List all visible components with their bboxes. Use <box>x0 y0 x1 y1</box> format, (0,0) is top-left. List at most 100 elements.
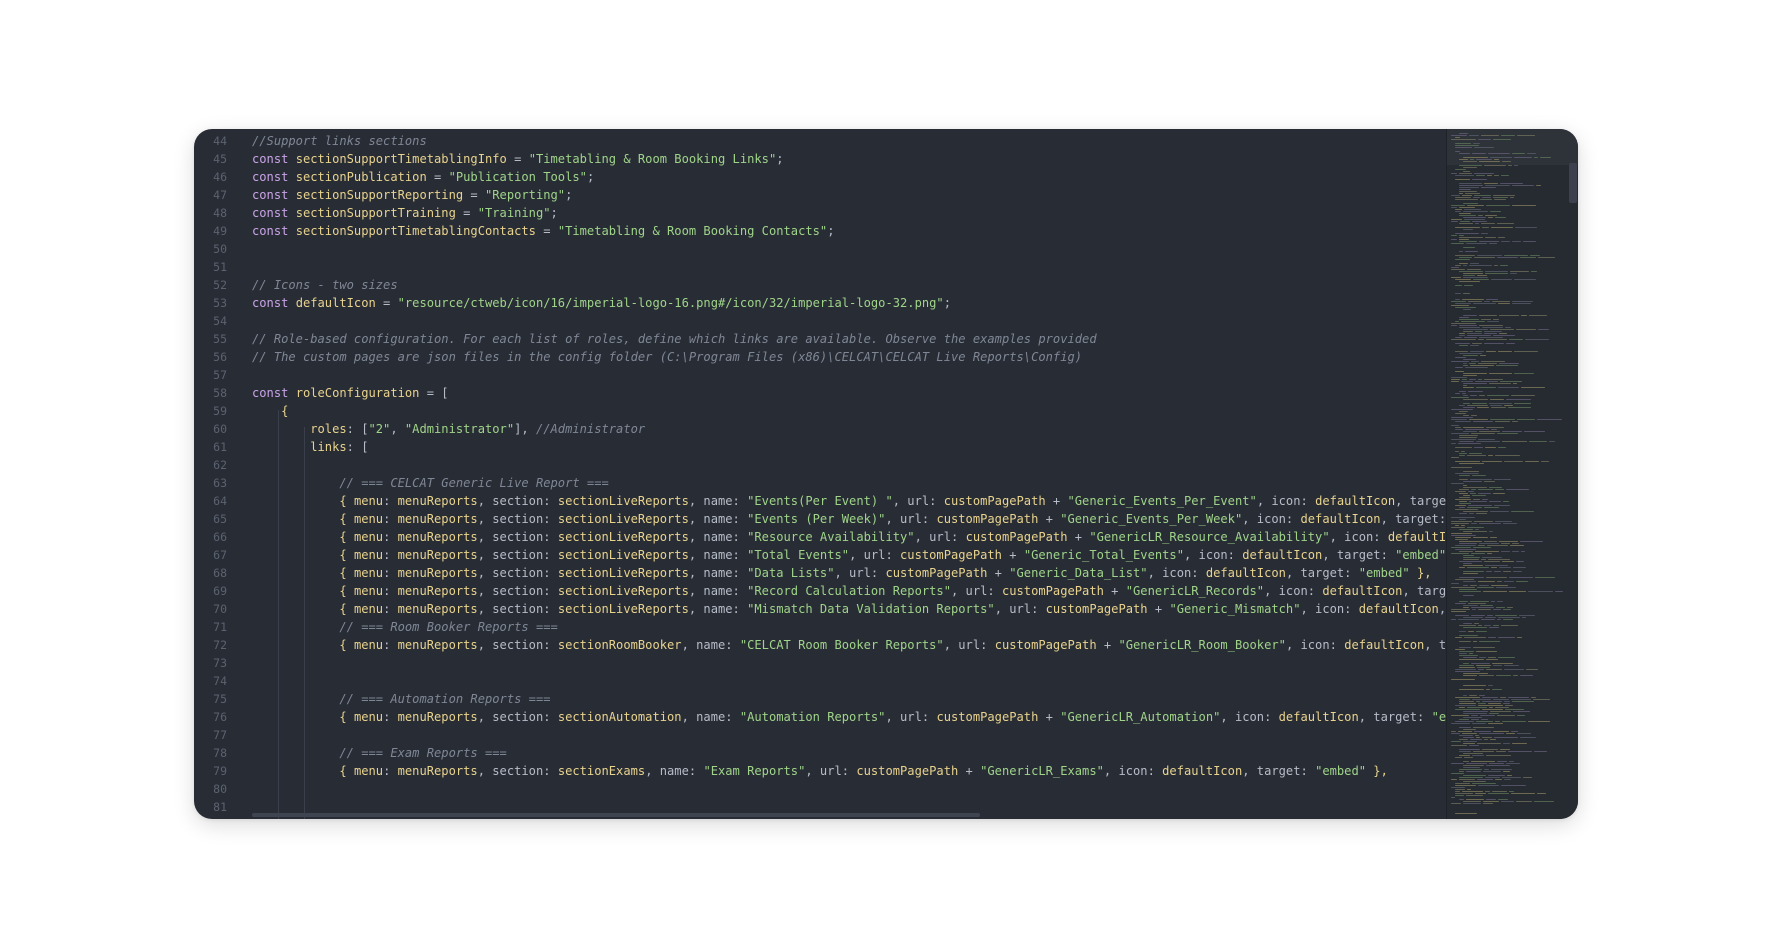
horizontal-scrollbar[interactable] <box>252 813 980 817</box>
code-line[interactable]: 74 <box>194 672 1446 690</box>
code-token: "Timetabling & Room Booking Links" <box>528 152 777 166</box>
code-line[interactable]: 67 { menu: menuReports, section: section… <box>194 546 1446 564</box>
minimap-line <box>1494 265 1498 267</box>
code-line[interactable]: 56 // The custom pages are json files in … <box>194 348 1446 366</box>
editor-pane[interactable]: 44 //Support links sections 45 const sectio… <box>194 129 1446 819</box>
code-line[interactable]: 48 const sectionSupportTraining = "Traini… <box>194 204 1446 222</box>
code-token: , name: <box>681 638 740 652</box>
line-number: 54 <box>213 314 227 328</box>
code-token: : <box>383 584 398 598</box>
code-line[interactable]: 44 //Support links sections <box>194 132 1446 150</box>
code-line[interactable]: 70 { menu: menuReports, section: section… <box>194 600 1446 618</box>
code-line[interactable]: 54 <box>194 312 1446 330</box>
code-line[interactable]: 69 { menu: menuReports, section: section… <box>194 582 1446 600</box>
code-line[interactable]: 80 <box>194 780 1446 798</box>
code-lines[interactable]: 44 //Support links sections 45 const sectio… <box>194 132 1446 816</box>
code-token: "Reporting" <box>485 188 566 202</box>
code-line[interactable]: 52 // Icons - two sizes <box>194 276 1446 294</box>
minimap-line <box>1503 609 1511 611</box>
code-line[interactable]: 64 { menu: menuReports, section: section… <box>194 492 1446 510</box>
minimap-line <box>1487 321 1499 323</box>
minimap-line <box>1478 581 1495 583</box>
minimap-line <box>1468 391 1483 393</box>
code-line[interactable]: 76 { menu: menuReports, section: section… <box>194 708 1446 726</box>
code-token: , url: <box>892 494 944 508</box>
minimap-line <box>1513 675 1518 677</box>
minimap-line <box>1451 221 1458 223</box>
minimap-line <box>1486 571 1492 573</box>
code-line[interactable]: 45 const sectionSupportTimetablingInfo = … <box>194 150 1446 168</box>
code-line[interactable]: 75 // === Automation Reports === <box>194 690 1446 708</box>
code-line[interactable]: 47 const sectionSupportReporting = "Repor… <box>194 186 1446 204</box>
line-number: 65 <box>213 512 227 526</box>
code-token: "Timetabling & Room Booking Contacts" <box>557 224 828 238</box>
minimap-line <box>1486 577 1507 579</box>
code-token: { <box>252 638 354 652</box>
minimap-line <box>1486 669 1502 671</box>
code-line[interactable]: 72 { menu: menuReports, section: section… <box>194 636 1446 654</box>
code-line[interactable]: 49 const sectionSupportTimetablingContact… <box>194 222 1446 240</box>
code-token: + <box>1038 710 1061 724</box>
code-line[interactable]: 68 { menu: menuReports, section: section… <box>194 564 1446 582</box>
code-line[interactable]: 78 // === Exam Reports === <box>194 744 1446 762</box>
code-token: , section: <box>477 530 558 544</box>
code-token: sectionRoomBooker <box>557 638 682 652</box>
line-number: 76 <box>213 710 227 724</box>
minimap-line <box>1459 475 1470 477</box>
code-token: sectionAutomation <box>557 710 682 724</box>
code-token: , section: <box>477 710 558 724</box>
code-line[interactable]: 62 <box>194 456 1446 474</box>
code-token: , url: <box>994 602 1046 616</box>
code-line[interactable]: 50 <box>194 240 1446 258</box>
line-number: 69 <box>213 584 227 598</box>
code-token: sectionLiveReports <box>557 530 689 544</box>
code-token: "Exam Reports" <box>703 764 806 778</box>
code-line[interactable]: 55 // Role-based configuration. For each … <box>194 330 1446 348</box>
code-token: defaultIcon <box>1300 512 1381 526</box>
minimap-line <box>1513 383 1517 385</box>
code-line[interactable]: 79 { menu: menuReports, section: section… <box>194 762 1446 780</box>
code-token: , name: <box>688 548 748 562</box>
minimap-line <box>1506 343 1515 345</box>
code-token: : <box>383 566 398 580</box>
code-token: ; <box>827 224 835 238</box>
code-token: , icon: <box>1329 530 1388 544</box>
vertical-scrollbar-thumb[interactable] <box>1569 163 1577 203</box>
code-text: // === CELCAT Generic Live Report === <box>252 474 608 492</box>
code-line[interactable]: 60 roles: ["2", "Administrator"], //Admi… <box>194 420 1446 438</box>
minimap-line <box>1496 365 1518 367</box>
code-token: : <box>383 602 398 616</box>
code-text: const sectionSupportTimetablingInfo = "T… <box>252 150 784 168</box>
code-line[interactable]: 58 const roleConfiguration = [ <box>194 384 1446 402</box>
minimap-line <box>1528 591 1553 593</box>
minimap-line <box>1490 211 1501 213</box>
code-token: , name: <box>688 494 748 508</box>
code-token: defaultIcon <box>295 296 376 310</box>
minimap-line <box>1463 803 1481 805</box>
minimap-line <box>1510 197 1514 199</box>
code-token: customPagePath <box>900 548 1002 562</box>
code-line[interactable]: 53 const defaultIcon = "resource/ctweb/ic… <box>194 294 1446 312</box>
code-line[interactable]: 65 { menu: menuReports, section: section… <box>194 510 1446 528</box>
code-line[interactable]: 73 <box>194 654 1446 672</box>
code-line[interactable]: 66 { menu: menuReports, section: section… <box>194 528 1446 546</box>
minimap-line <box>1491 407 1506 409</box>
code-line[interactable]: 63 // === CELCAT Generic Live Report === <box>194 474 1446 492</box>
minimap[interactable] <box>1446 129 1578 819</box>
code-token: "resource/ctweb/icon/16/imperial-logo-16… <box>397 296 944 310</box>
code-line[interactable]: 61 links: [ <box>194 438 1446 456</box>
minimap-line <box>1496 675 1511 677</box>
code-line[interactable]: 51 <box>194 258 1446 276</box>
minimap-line <box>1489 373 1512 375</box>
code-line[interactable]: 71 // === Room Booker Reports === <box>194 618 1446 636</box>
minimap-line <box>1494 479 1511 481</box>
code-line[interactable]: 57 <box>194 366 1446 384</box>
code-line[interactable]: 59 { <box>194 402 1446 420</box>
code-editor-window: 44 //Support links sections 45 const sectio… <box>194 129 1578 819</box>
minimap-line <box>1497 257 1518 259</box>
code-token: , target: <box>1380 512 1446 526</box>
code-line[interactable]: 46 const sectionPublication = "Publicatio… <box>194 168 1446 186</box>
minimap-line <box>1464 637 1486 639</box>
minimap-line <box>1509 339 1523 341</box>
code-line[interactable]: 77 <box>194 726 1446 744</box>
